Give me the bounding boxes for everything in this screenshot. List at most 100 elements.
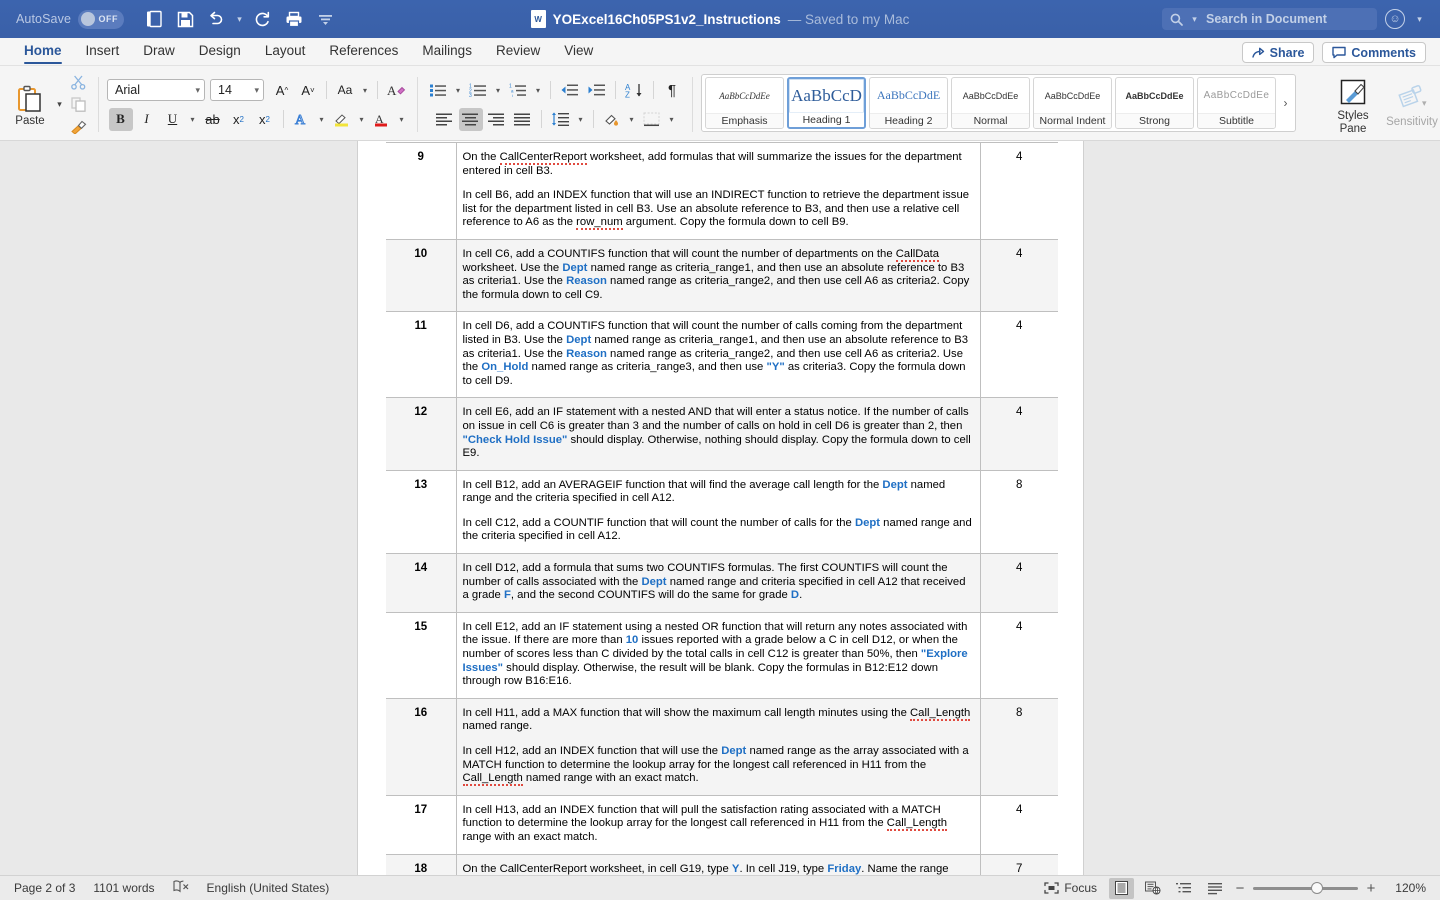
step-instructions[interactable]: In cell C6, add a COUNTIFS function that… [456, 239, 980, 311]
step-instructions[interactable]: In cell H13, add an INDEX function that … [456, 795, 980, 854]
save-icon[interactable] [171, 5, 199, 33]
change-case-caret[interactable]: ▾ [359, 86, 371, 95]
undo-dropdown-caret[interactable]: ▾ [233, 14, 246, 25]
table-row[interactable]: 11In cell D6, add a COUNTIFS function th… [386, 312, 1058, 398]
zoom-slider[interactable] [1253, 887, 1358, 890]
table-row[interactable]: 16In cell H11, add a MAX function that w… [386, 698, 1058, 795]
bold-button[interactable]: B [109, 108, 133, 131]
tab-mailings[interactable]: Mailings [410, 39, 484, 65]
document-page[interactable]: 9On the CallCenterReport worksheet, add … [357, 141, 1084, 875]
font-color-icon[interactable]: A [370, 108, 394, 131]
paste-dropdown-caret[interactable]: ▾ [53, 99, 66, 110]
table-row[interactable]: 13In cell B12, add an AVERAGEIF function… [386, 470, 1058, 553]
format-painter-icon[interactable] [66, 116, 90, 137]
highlight-icon[interactable] [330, 108, 354, 131]
draft-view-button[interactable] [1202, 878, 1227, 899]
tab-design[interactable]: Design [187, 39, 253, 65]
clear-formatting-button[interactable]: A [384, 79, 409, 102]
zoom-slider-thumb[interactable] [1311, 882, 1323, 894]
print-layout-view-button[interactable] [1109, 878, 1134, 899]
table-row[interactable]: 14In cell D12, add a formula that sums t… [386, 554, 1058, 613]
search-options-caret[interactable]: ▾ [1188, 14, 1201, 25]
line-spacing-icon[interactable] [548, 108, 573, 131]
zoom-level[interactable]: 120% [1384, 881, 1426, 895]
styles-pane-button[interactable]: Styles Pane [1325, 74, 1381, 135]
align-center-button[interactable] [459, 108, 483, 131]
word-count[interactable]: 1101 words [93, 881, 154, 895]
print-icon[interactable] [280, 5, 308, 33]
zoom-out-button[interactable]: − [1233, 880, 1247, 897]
line-spacing-caret[interactable]: ▾ [575, 115, 587, 124]
subscript-button[interactable]: x2 [227, 108, 251, 131]
undo-icon[interactable] [202, 5, 230, 33]
step-instructions[interactable]: In cell D6, add a COUNTIFS function that… [456, 312, 980, 398]
language-indicator[interactable]: English (United States) [207, 881, 330, 895]
style-card-normal[interactable]: AaBbCcDdEe Normal [951, 77, 1030, 129]
strikethrough-button[interactable]: ab [201, 108, 225, 131]
paste-button[interactable]: Paste [7, 83, 53, 127]
customize-toolbar-icon[interactable] [311, 5, 339, 33]
table-row[interactable]: 9On the CallCenterReport worksheet, add … [386, 143, 1058, 240]
shading-icon[interactable] [600, 108, 624, 131]
shading-caret[interactable]: ▾ [626, 115, 638, 124]
outline-view-button[interactable] [1171, 878, 1196, 899]
styles-gallery-next-button[interactable]: › [1279, 96, 1292, 110]
document-name[interactable]: YOExcel16Ch05PS1v2_Instructions [553, 12, 781, 27]
highlight-caret[interactable]: ▾ [356, 115, 368, 124]
align-left-button[interactable] [433, 108, 457, 131]
style-card-subtitle[interactable]: AaBbCcDdEe Subtitle [1197, 77, 1276, 129]
style-card-emphasis[interactable]: AaBbCcDdEe Emphasis [705, 77, 784, 129]
underline-caret[interactable]: ▾ [187, 115, 199, 124]
step-instructions[interactable]: In cell E6, add an IF statement with a n… [456, 398, 980, 470]
tab-layout[interactable]: Layout [253, 39, 318, 65]
autosave-toggle[interactable]: OFF [78, 10, 124, 29]
page-indicator[interactable]: Page 2 of 3 [14, 881, 75, 895]
ribbon-options-caret[interactable]: ▾ [1413, 14, 1426, 25]
new-document-icon[interactable] [140, 5, 168, 33]
redo-icon[interactable] [249, 5, 277, 33]
tab-review[interactable]: Review [484, 39, 552, 65]
document-workspace[interactable]: 9On the CallCenterReport worksheet, add … [0, 141, 1440, 875]
tab-insert[interactable]: Insert [74, 39, 132, 65]
zoom-slider-track[interactable] [1253, 887, 1358, 890]
table-row[interactable]: 12In cell E6, add an IF statement with a… [386, 398, 1058, 470]
step-instructions[interactable]: On the CallCenterReport worksheet, in ce… [456, 854, 980, 875]
web-layout-view-button[interactable] [1140, 878, 1165, 899]
table-row[interactable]: 10In cell C6, add a COUNTIFS function th… [386, 239, 1058, 311]
style-card-heading-2[interactable]: AaBbCcDdE Heading 2 [869, 77, 948, 129]
autosave-control[interactable]: AutoSave OFF [16, 10, 124, 29]
style-card-heading-1[interactable]: AaBbCcD Heading 1 [787, 77, 866, 129]
copy-icon[interactable] [66, 94, 90, 115]
cut-scissors-icon[interactable] [66, 72, 90, 93]
step-instructions[interactable]: In cell B12, add an AVERAGEIF function t… [456, 470, 980, 553]
underline-button[interactable]: U [161, 108, 185, 131]
zoom-in-button[interactable]: + [1364, 880, 1378, 897]
multilevel-list-icon[interactable]: 1ai [506, 79, 530, 102]
bullets-caret[interactable]: ▾ [452, 86, 464, 95]
table-row[interactable]: 15In cell E12, add an IF statement using… [386, 612, 1058, 698]
numbering-icon[interactable]: 123 [466, 79, 490, 102]
show-formatting-marks-icon[interactable]: ¶ [660, 79, 684, 102]
proofing-status-icon[interactable] [173, 880, 189, 896]
search-input[interactable]: ▾ Search in Document [1162, 8, 1377, 30]
font-color-caret[interactable]: ▾ [396, 115, 408, 124]
focus-mode-button[interactable]: Focus [1038, 878, 1103, 899]
table-row[interactable]: 17In cell H13, add an INDEX function tha… [386, 795, 1058, 854]
text-effects-icon[interactable]: A [290, 108, 314, 131]
step-instructions[interactable]: In cell D12, add a formula that sums two… [456, 554, 980, 613]
shrink-font-button[interactable]: A˅ [296, 79, 320, 102]
font-family-select[interactable]: Arial ▾ [107, 79, 205, 101]
tab-references[interactable]: References [317, 39, 410, 65]
share-button[interactable]: Share [1242, 42, 1315, 63]
tab-home[interactable]: Home [12, 39, 74, 65]
style-card-normal-indent[interactable]: AaBbCcDdEe Normal Indent [1033, 77, 1112, 129]
justify-button[interactable] [511, 108, 535, 131]
borders-caret[interactable]: ▾ [666, 115, 678, 124]
multilevel-list-caret[interactable]: ▾ [532, 86, 544, 95]
borders-icon[interactable] [640, 108, 664, 131]
table-row[interactable]: 18On the CallCenterReport worksheet, in … [386, 854, 1058, 875]
style-card-strong[interactable]: AaBbCcDdEe Strong [1115, 77, 1194, 129]
font-size-select[interactable]: 14 ▾ [210, 79, 264, 101]
feedback-smiley-icon[interactable]: ☺ [1385, 9, 1405, 29]
text-effects-caret[interactable]: ▾ [316, 115, 328, 124]
